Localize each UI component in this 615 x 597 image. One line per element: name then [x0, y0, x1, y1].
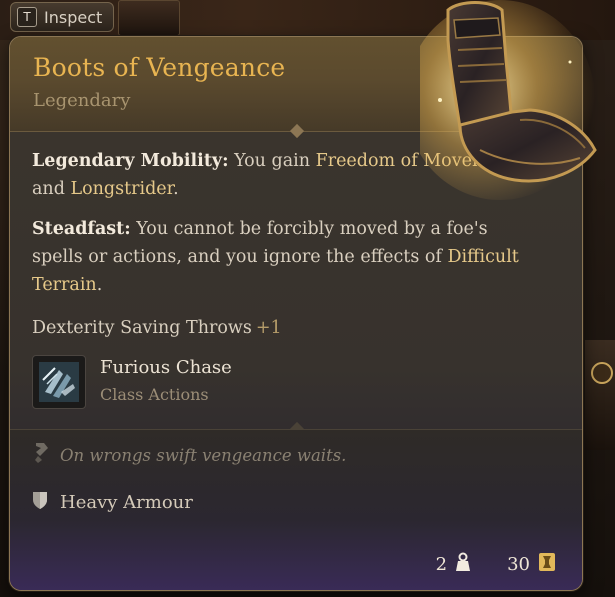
saving-throw-bonus: Dexterity Saving Throws +1 [32, 318, 282, 338]
inspect-button[interactable]: T Inspect [10, 2, 114, 32]
item-stats: 2 30 [436, 552, 556, 577]
item-name: Boots of Vengeance [33, 53, 286, 82]
quill-icon [32, 442, 50, 468]
ability-text: You gain [228, 151, 316, 171]
inventory-slot[interactable] [118, 0, 180, 36]
ability-name: Steadfast: [32, 219, 131, 239]
bonus-label: Dexterity Saving Throws [32, 318, 252, 338]
longstrider-link[interactable]: Longstrider [70, 179, 173, 199]
bonus-value: +1 [255, 318, 282, 338]
furious-chase-icon[interactable] [32, 355, 86, 409]
shield-icon [32, 490, 48, 514]
armour-type: Heavy Armour [60, 491, 193, 513]
action-category: Class Actions [100, 385, 209, 404]
action-name: Furious Chase [100, 357, 232, 378]
ability-text: and [32, 179, 71, 199]
item-rarity: Legendary [33, 90, 131, 111]
armour-type-row: Heavy Armour [32, 490, 193, 514]
inspect-label: Inspect [44, 7, 103, 27]
side-orb-icon [591, 362, 613, 384]
tooltip-footer-section: On wrongs swift vengeance waits. Heavy A… [10, 429, 582, 590]
flavor-text-row: On wrongs swift vengeance waits. [32, 442, 346, 468]
boots-item-illustration [405, 0, 615, 205]
ability-text: . [96, 275, 103, 295]
granted-action[interactable]: Furious Chase Class Actions [32, 355, 432, 409]
inspect-hotkey: T [17, 7, 37, 27]
gold-icon [538, 552, 556, 577]
weight-value: 2 [435, 554, 448, 575]
ability-steadfast: Steadfast: You cannot be forcibly moved … [32, 215, 532, 299]
gold-value: 30 [507, 554, 530, 575]
flavor-text: On wrongs swift vengeance waits. [60, 445, 347, 465]
side-panel-fragment [585, 340, 615, 450]
ability-text: . [173, 179, 179, 199]
ability-name: Legendary Mobility: [32, 151, 229, 171]
weight-icon [455, 552, 471, 577]
